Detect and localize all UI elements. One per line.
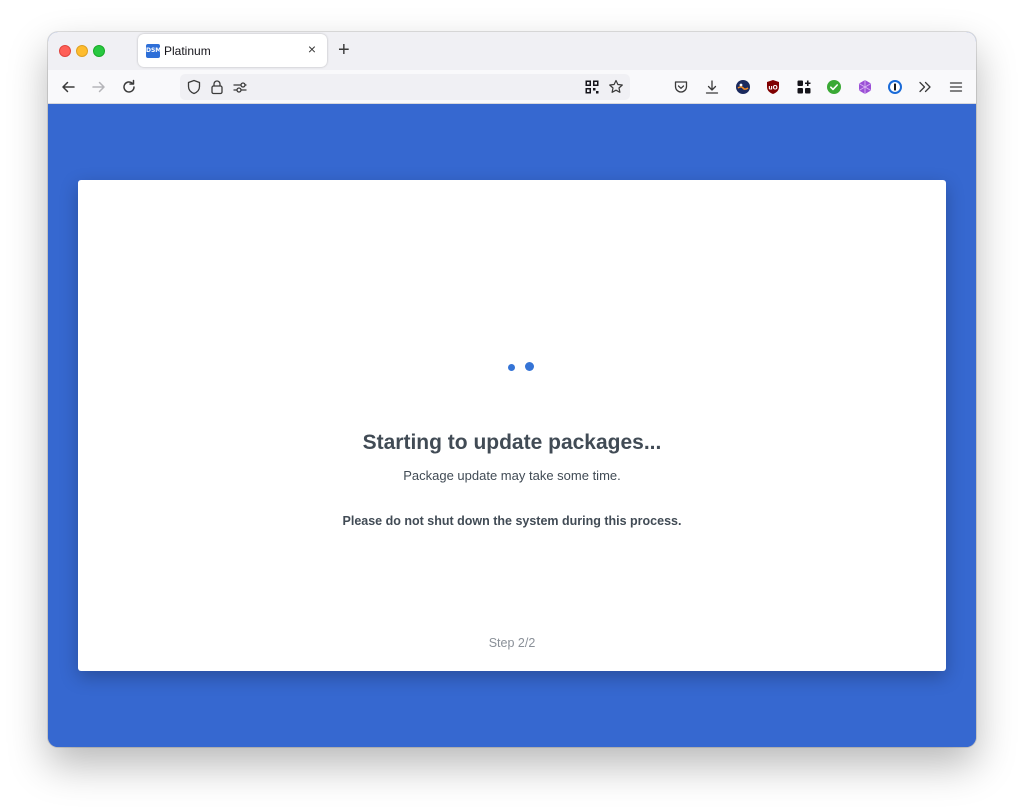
purple-extension-icon[interactable] xyxy=(856,78,874,96)
update-title: Starting to update packages... xyxy=(362,431,662,454)
tab-strip: DSM Platinum × + xyxy=(48,32,976,70)
loading-spinner-dot xyxy=(508,364,515,371)
pocket-icon[interactable] xyxy=(672,78,690,96)
loading-spinner-dot xyxy=(525,362,534,371)
forward-arrow-icon[interactable] xyxy=(89,77,109,97)
minimize-window-button[interactable] xyxy=(76,45,88,57)
qr-code-icon[interactable] xyxy=(583,78,601,96)
svg-text:uO: uO xyxy=(768,85,777,92)
menu-icon[interactable] xyxy=(947,78,965,96)
update-progress-card: Starting to update packages... Package u… xyxy=(78,180,946,671)
reload-icon[interactable] xyxy=(119,77,139,97)
check-circle-icon[interactable] xyxy=(825,78,843,96)
page-content: Starting to update packages... Package u… xyxy=(48,104,976,747)
ublock-icon[interactable]: uO xyxy=(764,78,782,96)
tab-title: Platinum xyxy=(164,44,211,58)
shield-icon[interactable] xyxy=(185,78,203,96)
back-arrow-icon[interactable] xyxy=(58,77,78,97)
bookmark-star-icon[interactable] xyxy=(607,78,625,96)
tab-close-icon[interactable]: × xyxy=(305,41,319,57)
extensions-grid-icon[interactable] xyxy=(795,78,813,96)
shutdown-warning: Please do not shut down the system durin… xyxy=(342,514,682,528)
url-bar[interactable] xyxy=(180,74,630,100)
new-tab-button[interactable]: + xyxy=(338,39,350,61)
navigation-toolbar: uO xyxy=(48,70,976,104)
update-subtitle: Package update may take some time. xyxy=(403,468,621,483)
step-indicator: Step 2/2 xyxy=(488,636,536,650)
tab-platinum[interactable]: DSM Platinum × xyxy=(138,34,327,67)
close-window-button[interactable] xyxy=(59,45,71,57)
zoom-window-button[interactable] xyxy=(93,45,105,57)
download-icon[interactable] xyxy=(703,78,721,96)
browser-window: DSM Platinum × + uO Starting to update p… xyxy=(48,32,976,747)
lock-icon[interactable] xyxy=(208,78,226,96)
1password-icon[interactable] xyxy=(886,78,904,96)
permissions-icon[interactable] xyxy=(231,78,249,96)
dsm-favicon-icon: DSM xyxy=(146,44,161,58)
extension-globe-icon[interactable] xyxy=(734,78,752,96)
overflow-chevrons-icon[interactable] xyxy=(916,78,934,96)
